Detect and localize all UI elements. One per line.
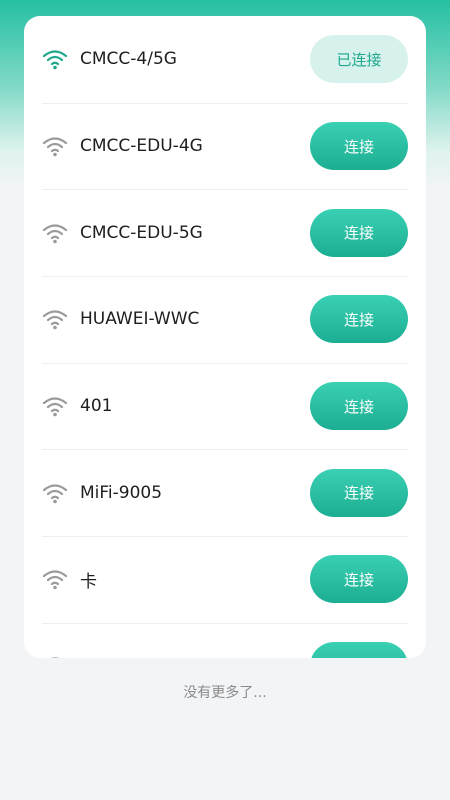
wifi-icon [42, 135, 68, 157]
connect-button[interactable]: 连接 [310, 122, 408, 171]
wifi-list-item[interactable]: 401 连接 [24, 362, 426, 450]
wifi-list-card: CMCC-4/5G 已连接 CMCC-EDU-4G 连接 CMCC-EDU-5G… [24, 16, 426, 658]
wifi-ssid: CMCC-EDU-4G [80, 136, 203, 157]
wifi-icon [42, 395, 68, 417]
wifi-list-item[interactable]: CMCC-4/5G 已连接 [24, 16, 426, 103]
wifi-icon [42, 222, 68, 244]
wifi-list-item[interactable]: MiFi-9005 连接 [24, 449, 426, 536]
connect-button[interactable]: 连接 [310, 382, 408, 431]
wifi-icon [42, 48, 68, 70]
wifi-ssid: 401 [80, 396, 113, 417]
wifi-list-item[interactable]: HUAWEI-WWC 连接 [24, 276, 426, 363]
wifi-ssid: CMCC-EDU-5G [80, 222, 203, 243]
connect-button[interactable]: 连接 [310, 468, 408, 517]
wifi-ssid: MiFi-9005 [80, 482, 163, 503]
wifi-icon [42, 308, 68, 330]
wifi-ssid: 卡 [80, 571, 97, 592]
connect-button[interactable]: 连接 [310, 555, 408, 604]
wifi-list-item[interactable]: 连接 [24, 622, 426, 658]
wifi-icon [42, 482, 68, 504]
wifi-icon [42, 655, 68, 658]
connect-button[interactable]: 连接 [310, 295, 408, 344]
connect-button[interactable]: 连接 [310, 208, 408, 257]
wifi-list-item[interactable]: CMCC-EDU-4G 连接 [24, 102, 426, 190]
connect-button[interactable]: 连接 [310, 642, 408, 658]
no-more-text: 没有更多了... [183, 685, 267, 701]
wifi-ssid: HUAWEI-WWC [80, 309, 200, 330]
wifi-list-item[interactable]: CMCC-EDU-5G 连接 [24, 189, 426, 276]
wifi-ssid: CMCC-4/5G [80, 49, 177, 70]
wifi-icon [42, 568, 68, 590]
wifi-list-item[interactable]: 卡 连接 [24, 536, 426, 623]
connected-button[interactable]: 已连接 [310, 35, 408, 84]
